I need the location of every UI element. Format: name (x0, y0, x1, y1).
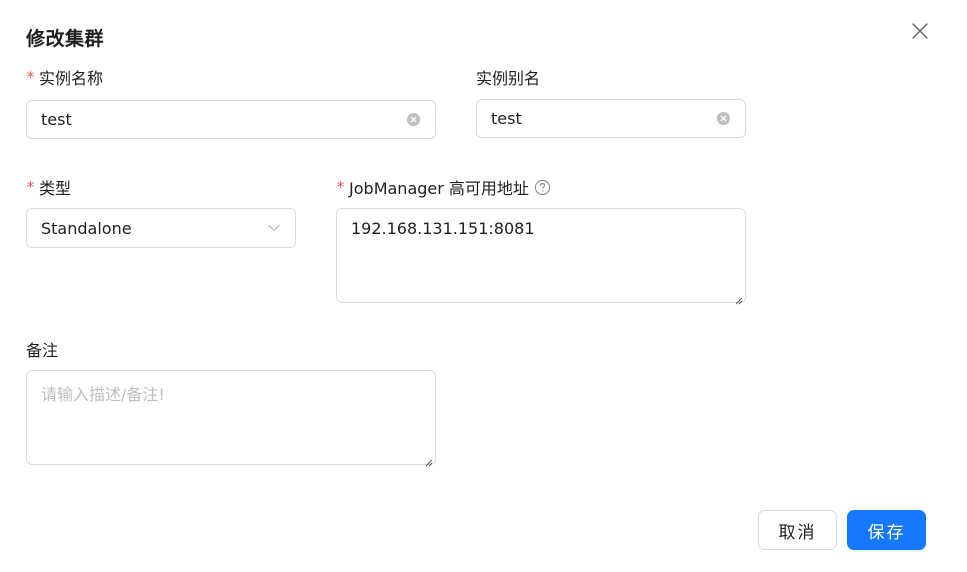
instance-name-input[interactable]: test (26, 100, 436, 139)
instance-name-value: test (41, 110, 72, 129)
jobmanager-address-value: 192.168.131.151:8081 (351, 219, 535, 238)
clear-icon[interactable] (406, 112, 421, 127)
type-select[interactable]: Standalone (26, 208, 296, 248)
type-selected-value: Standalone (41, 218, 132, 238)
note-placeholder: 请输入描述/备注! (41, 385, 165, 404)
note-textarea[interactable]: 请输入描述/备注! (26, 370, 436, 467)
instance-name-label: * 实例名称 (26, 65, 103, 89)
note-label-text: 备注 (26, 341, 59, 360)
clear-icon[interactable] (716, 111, 731, 126)
required-mark: * (26, 178, 36, 196)
instance-alias-input[interactable]: test (476, 99, 746, 138)
jobmanager-address-label: * JobManager 高可用地址 (336, 175, 551, 199)
close-button[interactable] (906, 19, 934, 47)
instance-alias-label: 实例别名 (476, 65, 540, 89)
required-mark: * (336, 178, 346, 196)
type-label-text: 类型 (39, 179, 72, 198)
type-label: * 类型 (26, 175, 71, 199)
instance-name-label-text: 实例名称 (39, 69, 104, 88)
dialog-title: 修改集群 (26, 28, 105, 50)
edit-cluster-dialog: 修改集群 * 实例名称 test 实例别名 test * 类型 Standalo… (0, 0, 967, 572)
close-icon (911, 22, 929, 44)
jobmanager-address-textarea[interactable]: 192.168.131.151:8081 (336, 208, 746, 305)
instance-alias-label-text: 实例别名 (476, 69, 541, 88)
question-circle-icon[interactable] (534, 179, 551, 196)
cancel-button[interactable]: 取消 (758, 510, 837, 550)
chevron-down-icon (267, 221, 281, 235)
instance-alias-value: test (491, 109, 522, 128)
note-label: 备注 (26, 337, 58, 361)
resize-handle-icon[interactable] (733, 290, 743, 305)
required-mark: * (26, 68, 36, 86)
resize-handle-icon[interactable] (423, 452, 433, 467)
jobmanager-address-label-text: JobManager 高可用地址 (349, 179, 529, 198)
save-button[interactable]: 保存 (847, 510, 926, 550)
